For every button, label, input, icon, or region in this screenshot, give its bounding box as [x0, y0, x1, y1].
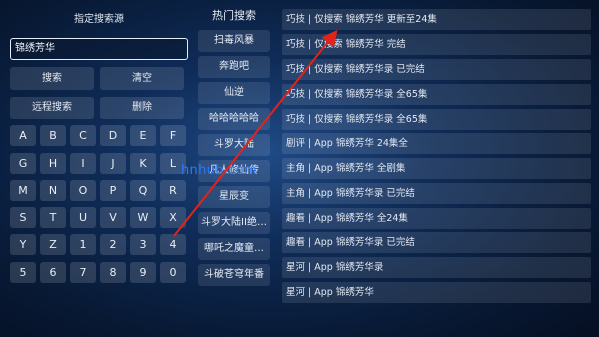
annotation-arrow: [173, 29, 338, 237]
